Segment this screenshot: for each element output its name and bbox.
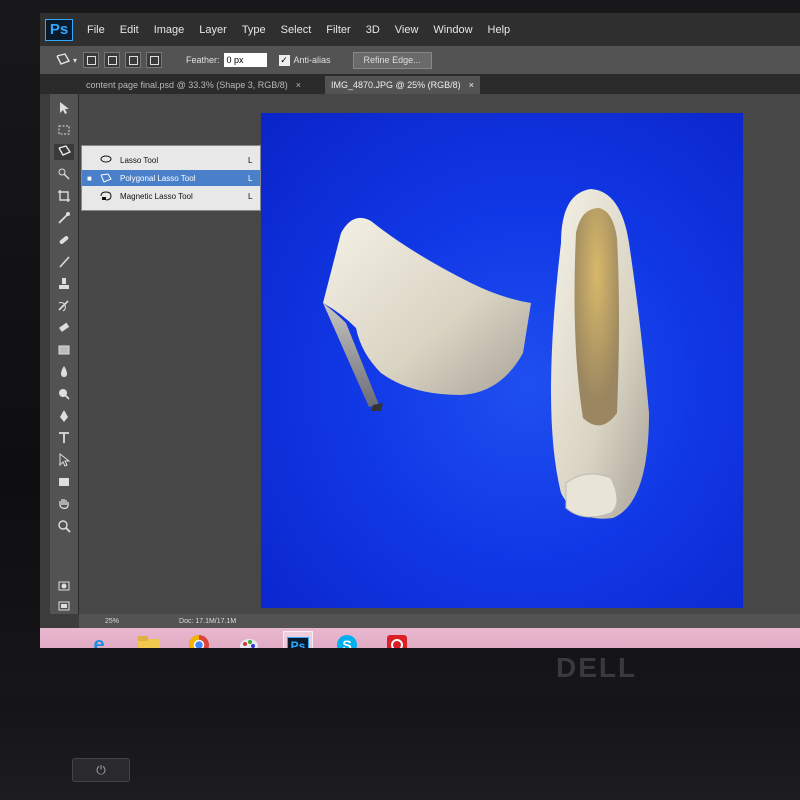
tools-panel <box>50 94 86 648</box>
close-icon[interactable]: × <box>296 80 301 90</box>
polygonal-lasso-icon <box>100 173 114 183</box>
pen-tool-icon[interactable] <box>54 408 74 424</box>
history-brush-tool-icon[interactable] <box>54 298 74 314</box>
quick-select-tool-icon[interactable] <box>54 166 74 182</box>
screen-mode-icon[interactable] <box>54 598 74 614</box>
marquee-tool-icon[interactable] <box>54 122 74 138</box>
zoom-level[interactable]: 25% <box>105 618 119 625</box>
photoshop-taskbar-icon[interactable]: Ps <box>283 631 313 648</box>
power-button-icon[interactable]: ⏻ <box>72 758 130 782</box>
document-tabs: content page final.psd @ 33.3% (Shape 3,… <box>40 74 800 94</box>
tab-title: content page final.psd @ 33.3% (Shape 3,… <box>86 80 288 90</box>
lasso-tool-icon[interactable] <box>54 144 74 160</box>
hand-tool-icon[interactable] <box>54 496 74 512</box>
selected-bullet-icon: ■ <box>87 173 92 183</box>
brush-tool-icon[interactable] <box>54 254 74 270</box>
paint-icon[interactable] <box>235 631 263 648</box>
new-selection-button[interactable] <box>83 52 99 68</box>
dell-logo: DELL <box>556 652 638 683</box>
shortcut-key: L <box>248 191 253 201</box>
add-to-selection-button[interactable] <box>104 52 120 68</box>
close-icon[interactable]: × <box>469 80 474 90</box>
menu-help[interactable]: Help <box>488 24 511 36</box>
type-tool-icon[interactable] <box>54 430 74 446</box>
windows-taskbar: e Ps S <box>40 628 800 648</box>
svg-text:S: S <box>342 637 351 648</box>
screen: Ps File Edit Image Layer Type Select Fil… <box>40 13 800 648</box>
photoshop-logo: Ps <box>45 18 73 41</box>
dodge-tool-icon[interactable] <box>54 386 74 402</box>
adobe-cc-icon[interactable] <box>383 631 411 648</box>
tab-content-page[interactable]: content page final.psd @ 33.3% (Shape 3,… <box>80 76 307 94</box>
menu: File Edit Image Layer Type Select Filter… <box>87 24 525 36</box>
shoes-photo <box>323 189 649 519</box>
lasso-icon <box>100 155 114 165</box>
shortcut-key: L <box>248 155 253 165</box>
photoshop-label: Ps <box>286 637 310 648</box>
magnetic-lasso-icon <box>100 191 114 201</box>
refine-edge-button[interactable]: Refine Edge... <box>352 51 432 69</box>
blur-tool-icon[interactable] <box>54 364 74 380</box>
menu-3d[interactable]: 3D <box>366 24 380 36</box>
menu-select[interactable]: Select <box>281 24 312 36</box>
menu-view[interactable]: View <box>395 24 419 36</box>
tool-preset-picker[interactable]: ▾ <box>54 51 78 69</box>
chevron-down-icon: ▾ <box>72 55 77 65</box>
crop-tool-icon[interactable] <box>54 188 74 204</box>
antialias-label: Anti-alias <box>293 55 331 65</box>
laptop-base <box>0 695 800 800</box>
menu-filter[interactable]: Filter <box>326 24 350 36</box>
feather-label: Feather: <box>186 55 220 65</box>
flyout-item-polygonal-lasso[interactable]: ■ Polygonal Lasso Tool L <box>82 170 260 186</box>
flyout-item-label: Magnetic Lasso Tool <box>120 191 193 201</box>
antialias-checkbox[interactable]: ✓ <box>278 54 290 66</box>
move-tool-icon[interactable] <box>54 100 74 116</box>
flyout-item-lasso[interactable]: Lasso Tool L <box>82 152 260 168</box>
feather-input[interactable]: 0 px <box>223 53 267 67</box>
eyedropper-tool-icon[interactable] <box>54 210 74 226</box>
menu-file[interactable]: File <box>87 24 105 36</box>
skype-icon[interactable]: S <box>333 631 361 648</box>
gradient-tool-icon[interactable] <box>54 342 74 358</box>
status-bar: 25% Doc: 17.1M/17.1M <box>79 614 800 628</box>
shortcut-key: L <box>248 173 253 183</box>
polygonal-lasso-icon <box>56 53 71 65</box>
eraser-tool-icon[interactable] <box>54 320 74 336</box>
internet-explorer-icon[interactable]: e <box>85 631 113 649</box>
menu-type[interactable]: Type <box>242 24 266 36</box>
document-size: Doc: 17.1M/17.1M <box>179 617 237 625</box>
tab-img-4870[interactable]: IMG_4870.JPG @ 25% (RGB/8) × <box>325 76 480 94</box>
rectangle-tool-icon[interactable] <box>54 474 74 490</box>
menu-layer[interactable]: Layer <box>199 24 227 36</box>
flyout-item-magnetic-lasso[interactable]: Magnetic Lasso Tool L <box>82 188 260 204</box>
chrome-icon[interactable] <box>185 631 213 648</box>
file-explorer-icon[interactable] <box>135 631 163 648</box>
zoom-tool-icon[interactable] <box>54 518 74 534</box>
menu-window[interactable]: Window <box>433 24 472 36</box>
options-bar: ▾ Feather: 0 px ✓ Anti-alias Refine Edge… <box>40 46 800 74</box>
menu-edit[interactable]: Edit <box>120 24 139 36</box>
subtract-from-selection-button[interactable] <box>125 52 141 68</box>
lasso-tools-flyout: Lasso Tool L ■ Polygonal Lasso Tool L Ma… <box>81 145 261 211</box>
canvas-image[interactable] <box>261 113 743 608</box>
path-select-tool-icon[interactable] <box>54 452 74 468</box>
menu-bar: Ps File Edit Image Layer Type Select Fil… <box>40 13 800 46</box>
tab-title: IMG_4870.JPG @ 25% (RGB/8) <box>331 80 461 90</box>
quick-mask-icon[interactable] <box>54 578 74 594</box>
flyout-item-label: Lasso Tool <box>120 155 159 165</box>
healing-brush-tool-icon[interactable] <box>54 232 74 248</box>
flyout-item-label: Polygonal Lasso Tool <box>120 173 196 183</box>
clone-stamp-tool-icon[interactable] <box>54 276 74 292</box>
intersect-selection-button[interactable] <box>146 52 162 68</box>
menu-image[interactable]: Image <box>154 24 185 36</box>
